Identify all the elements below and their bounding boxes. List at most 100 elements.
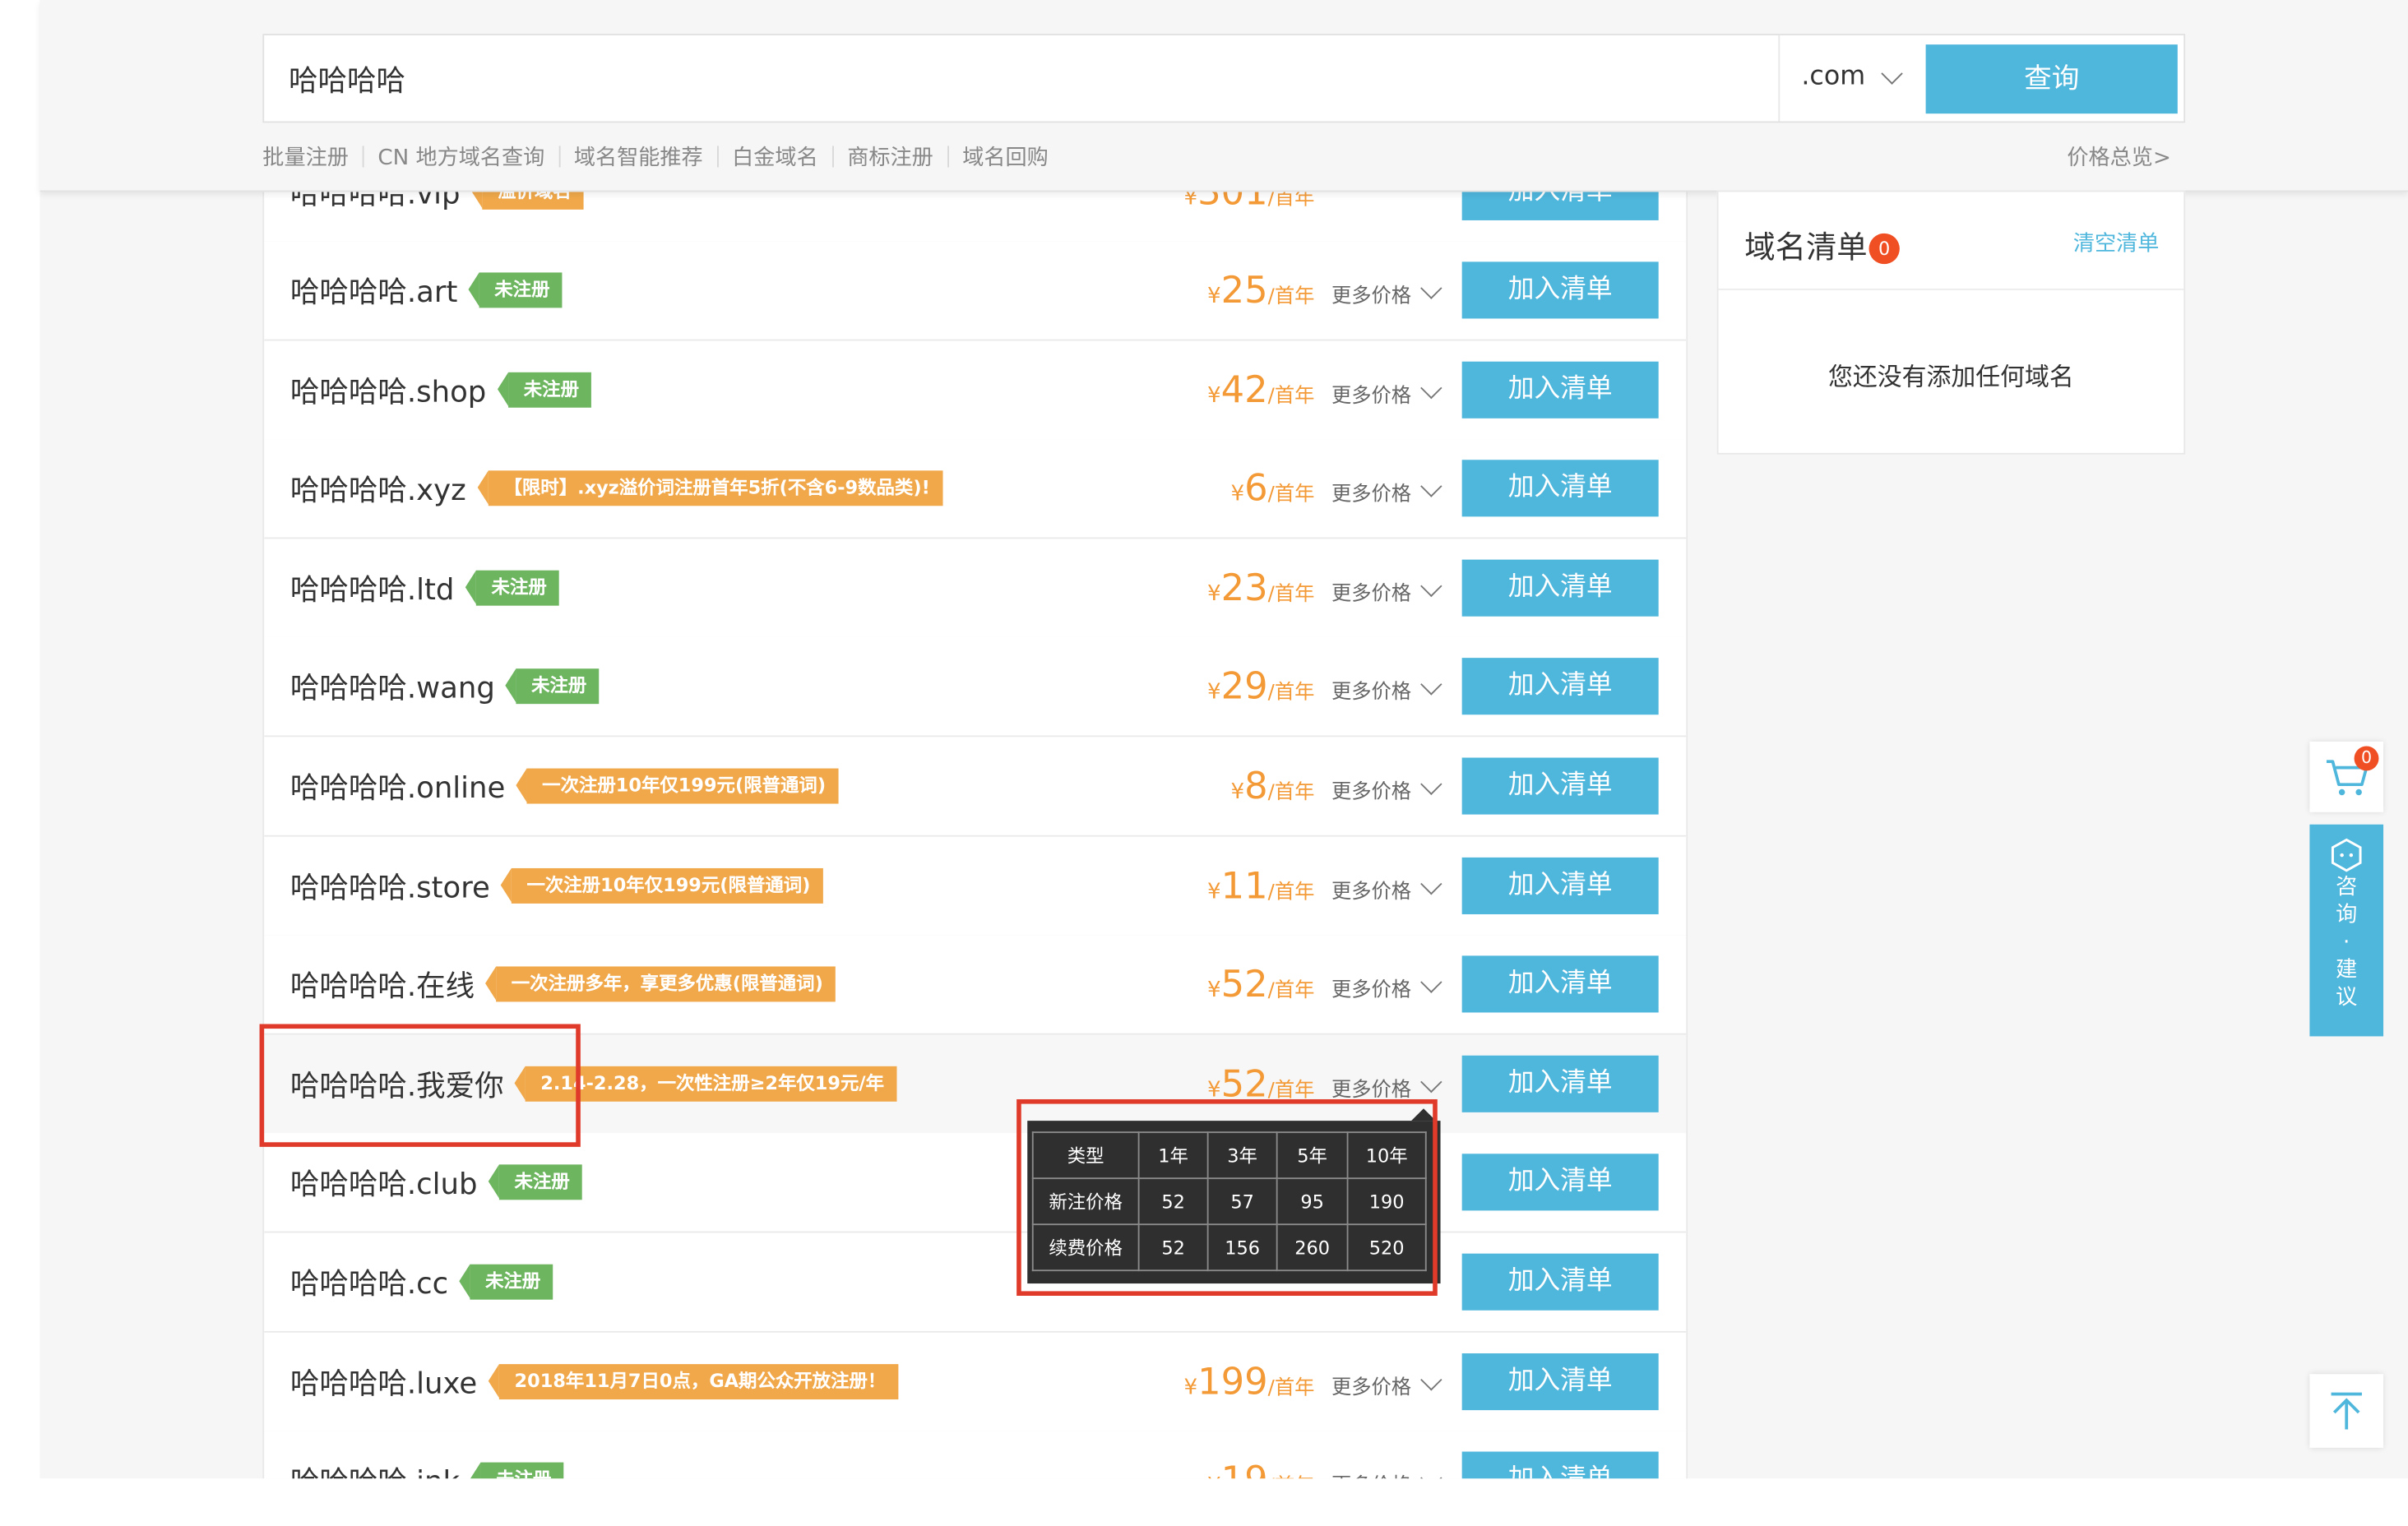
price-table: 类型 1年 3年 5年 10年 新注价格 52 57 95 190 续费价格 52 156 260 52…	[1031, 1131, 1427, 1272]
add-to-list-button[interactable]: 加入清单	[1461, 261, 1659, 319]
quick-link[interactable]: 商标注册	[847, 146, 933, 170]
chevron-down-icon	[1420, 1467, 1442, 1479]
add-to-list-button[interactable]: 加入清单	[1461, 1055, 1659, 1112]
floating-cart-badge: 0	[2354, 746, 2379, 771]
price-table-cell: 新注价格	[1031, 1177, 1140, 1226]
price-table-cell: 190	[1346, 1177, 1427, 1226]
more-prices-link[interactable]: 更多价格	[1331, 277, 1442, 308]
add-to-list-button[interactable]: 加入清单	[1461, 857, 1659, 914]
domain-row[interactable]: 哈哈哈哈.我爱你 2.14-2.28，一次性注册≥2年仅19元/年 ¥52/首年 更多…	[264, 1034, 1687, 1135]
domain-row[interactable]: 哈哈哈哈.club 未注册 加入清单	[264, 1133, 1687, 1234]
quick-link[interactable]: 域名智能推荐	[574, 146, 703, 170]
domain-tag: 未注册	[465, 570, 559, 606]
quick-link[interactable]: 批量注册	[262, 146, 349, 170]
domain-price: ¥52/首年	[1206, 1061, 1315, 1106]
domain-tag: 未注册	[488, 1165, 582, 1201]
arrow-up-icon	[2331, 1392, 2362, 1430]
add-to-list-button[interactable]: 加入清单	[1461, 360, 1659, 418]
add-to-list-button[interactable]: 加入清单	[1461, 1154, 1659, 1212]
domain-price: ¥42/首年	[1206, 368, 1315, 411]
price-table-cell: 520	[1346, 1223, 1427, 1272]
more-prices-link[interactable]: 更多价格	[1331, 971, 1442, 1002]
clear-list-link[interactable]: 清空清单	[2073, 227, 2160, 257]
domain-row[interactable]: 哈哈哈哈.store 一次注册10年仅199元(限普通词) ¥11/首年 更多价格 加入…	[264, 835, 1687, 936]
more-prices-link[interactable]: 更多价格	[1331, 673, 1442, 705]
add-to-list-button[interactable]: 加入清单	[1461, 757, 1659, 815]
domain-tag: 未注册	[470, 1462, 564, 1479]
price-table-cell: 3年	[1206, 1131, 1278, 1180]
domain-price: ¥23/首年	[1206, 566, 1315, 609]
quick-links: 批量注册 CN 地方域名查询 域名智能推荐 白金域名 商标注册 域名回购	[262, 141, 1049, 172]
domain-tag: 2.14-2.28，一次性注册≥2年仅19元/年	[514, 1066, 896, 1102]
domain-row[interactable]: 哈哈哈哈.wang 未注册 ¥29/首年 更多价格 加入清单	[264, 637, 1687, 738]
search-input[interactable]	[289, 35, 1763, 122]
domain-tag: 未注册	[498, 372, 591, 408]
domain-price: ¥6/首年	[1230, 467, 1315, 511]
domain-list-title: 域名清单 0	[1744, 223, 1900, 267]
back-to-top-button[interactable]	[2309, 1374, 2384, 1448]
add-to-list-button[interactable]: 加入清单	[1461, 658, 1659, 715]
domain-name: 哈哈哈哈.club	[289, 1168, 478, 1202]
domain-price: ¥199/首年	[1183, 1359, 1315, 1403]
add-to-list-button[interactable]: 加入清单	[1461, 460, 1659, 517]
chevron-down-icon	[1420, 773, 1442, 795]
domain-row[interactable]: 哈哈哈哈.luxe 2018年11月7日0点，GA期公众开放注册！ ¥199/首年更…	[264, 1332, 1687, 1432]
price-table-cell: 类型	[1031, 1131, 1140, 1180]
divider	[1718, 289, 2184, 290]
domain-tag: 一次注册多年，享更多优惠(限普通词)	[485, 966, 836, 1002]
domain-list-panel: 域名清单 0 清空清单 您还没有添加任何域名	[1716, 190, 2186, 455]
domain-results-list: 哈哈哈哈.vip 溢价域名 ¥301/首年 加入清单 哈哈哈哈.art未注册¥2…	[262, 138, 1688, 1479]
domain-row[interactable]: 哈哈哈哈.ltd 未注册 ¥23/首年 更多价格 加入清单	[264, 539, 1687, 639]
chevron-down-icon	[1420, 377, 1442, 399]
add-to-list-button[interactable]: 加入清单	[1461, 559, 1659, 617]
price-table-cell: 10年	[1346, 1131, 1427, 1180]
empty-list-message: 您还没有添加任何域名	[1827, 362, 2074, 392]
more-prices-link[interactable]: 更多价格	[1331, 773, 1442, 804]
domain-row[interactable]: 哈哈哈哈.xyz 【限时】.xyz溢价词注册首年5折(不含6-9数品类)! ¥6/首…	[264, 439, 1687, 539]
quick-link[interactable]: 白金域名	[732, 146, 818, 170]
price-tooltip: 类型 1年 3年 5年 10年 新注价格 52 57 95 190 续费价格 52 156 260 52…	[1027, 1121, 1441, 1284]
domain-row[interactable]: 哈哈哈哈.art 未注册 ¥25/首年 更多价格 加入清单	[264, 241, 1687, 341]
price-table-cell: 156	[1206, 1223, 1278, 1272]
domain-row-partial-bottom[interactable]: 哈哈哈哈.ink 未注册 ¥19/首年 更多价格 加入清单	[264, 1431, 1687, 1479]
price-table-cell: 52	[1137, 1177, 1209, 1226]
consult-label: 咨询 · 建议	[2309, 873, 2383, 1011]
add-to-list-button[interactable]: 加入清单	[1461, 1451, 1659, 1479]
divider	[716, 146, 719, 168]
more-prices-link[interactable]: 更多价格	[1331, 1467, 1442, 1479]
more-prices-link[interactable]: 更多价格	[1331, 872, 1442, 904]
domain-name: 哈哈哈哈.cc	[289, 1267, 449, 1302]
more-prices-link[interactable]: 更多价格	[1331, 1071, 1442, 1102]
more-prices-link[interactable]: 更多价格	[1331, 575, 1442, 606]
search-button[interactable]: 查询	[1925, 44, 2178, 114]
quick-link[interactable]: CN 地方域名查询	[377, 146, 544, 170]
chevron-down-icon	[1420, 277, 1442, 299]
add-to-list-button[interactable]: 加入清单	[1461, 955, 1659, 1013]
consult-label-char: 询	[2336, 902, 2358, 927]
suffix-dropdown[interactable]: .com	[1778, 35, 1927, 122]
floating-cart-button[interactable]: 0	[2309, 741, 2384, 812]
add-to-list-button[interactable]: 加入清单	[1461, 1353, 1659, 1410]
domain-tag: 一次注册10年仅199元(限普通词)	[516, 768, 839, 804]
domain-name: 哈哈哈哈.store	[289, 870, 490, 905]
more-prices-link[interactable]: 更多价格	[1331, 377, 1442, 408]
price-overview-link[interactable]: 价格总览>	[2067, 141, 2170, 172]
domain-row[interactable]: 哈哈哈哈.online 一次注册10年仅199元(限普通词) ¥8/首年 更多价格 加入…	[264, 737, 1687, 837]
domain-row[interactable]: 哈哈哈哈.cc 未注册 加入清单	[264, 1232, 1687, 1333]
domain-row[interactable]: 哈哈哈哈.在线 一次注册多年，享更多优惠(限普通词) ¥52/首年 更多价格 加入清单	[264, 935, 1687, 1035]
more-prices-link[interactable]: 更多价格	[1331, 475, 1442, 506]
consult-label-char: 议	[2336, 985, 2358, 1010]
domain-tag: 2018年11月7日0点，GA期公众开放注册！	[488, 1363, 899, 1399]
domain-tag: 未注册	[505, 668, 600, 705]
domain-name: 哈哈哈哈.我爱你	[289, 1069, 504, 1103]
domain-name: 哈哈哈哈.shop	[289, 374, 487, 409]
domain-price: ¥29/首年	[1206, 665, 1315, 709]
domain-row[interactable]: 哈哈哈哈.shop 未注册 ¥42/首年 更多价格 加入清单	[264, 340, 1687, 441]
consult-feedback-button[interactable]: 咨询 · 建议	[2309, 824, 2384, 1037]
price-table-cell: 续费价格	[1031, 1223, 1140, 1272]
more-prices-link[interactable]: 更多价格	[1331, 1368, 1442, 1399]
domain-tag: 未注册	[459, 1264, 553, 1300]
quick-link[interactable]: 域名回购	[962, 146, 1049, 170]
add-to-list-button[interactable]: 加入清单	[1461, 1253, 1659, 1311]
domain-name: 哈哈哈哈.luxe	[289, 1366, 478, 1401]
